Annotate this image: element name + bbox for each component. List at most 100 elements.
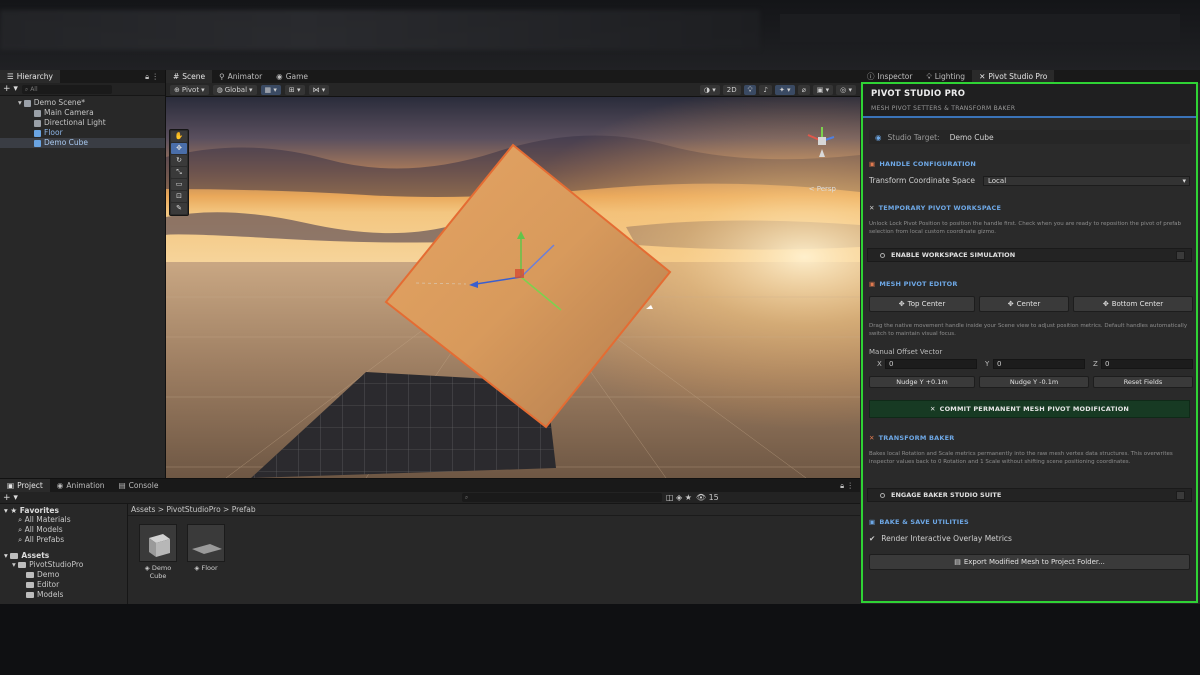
increment-button[interactable]: ⋈ ▾ (308, 84, 330, 95)
animator-icon: ⚲ (219, 72, 225, 81)
baker-toggle[interactable]: ENGAGE BAKER STUDIO SUITE (867, 488, 1192, 502)
favorites-item[interactable]: ⌕ All Models (0, 525, 127, 535)
project-tabbar: ▣ Project ◉ Animation ▤ Console 🔒︎ ⋮ (0, 479, 860, 492)
coord-space-dropdown[interactable]: Local (983, 176, 1190, 186)
asset-floor[interactable]: ◈ Floor (186, 524, 226, 572)
studio-header: PIVOT STUDIO PRO MESH PIVOT SETTERS & TR… (863, 84, 1196, 118)
rect-tool-icon[interactable]: ▭ (171, 179, 187, 190)
move-icon: ✥ (1007, 300, 1014, 308)
checkbox[interactable] (1176, 250, 1185, 260)
scene-viewport[interactable]: ✋ ✥ ↻ ⤡ ▭ ⊡ ✎ < Persp (166, 97, 860, 478)
effects-toggle[interactable]: ✦ ▾ (774, 84, 795, 95)
audio-toggle[interactable]: ♪ (759, 84, 772, 95)
project-toolbar: + ▾ ⌕ ◫ ◈ ★ 👁︎ 15 (0, 492, 860, 504)
lock-icon[interactable]: 🔒︎ ⋮ (840, 481, 860, 491)
lighting-toggle[interactable]: 💡︎ (743, 84, 757, 95)
workspace-toggle[interactable]: ENABLE WORKSPACE SIMULATION (867, 248, 1192, 262)
custom-tool-icon[interactable]: ✎ (171, 203, 187, 214)
project-contents: Assets > PivotStudioPro > Prefab ◈ Demo … (128, 504, 860, 605)
checkbox[interactable] (1176, 490, 1185, 500)
hierarchy-item-floor[interactable]: Floor (0, 128, 165, 138)
handle-section-header: ▣ HANDLE CONFIGURATION (869, 160, 977, 168)
checkmark-icon[interactable]: ✔ (869, 534, 875, 543)
tab-scene[interactable]: # Scene (166, 70, 213, 83)
breadcrumb[interactable]: Assets > PivotStudioPro > Prefab (128, 504, 860, 516)
grid-snap-button[interactable]: ▦ ▾ (260, 84, 281, 95)
tab-game[interactable]: ◉ Game (269, 70, 315, 83)
camera-settings-button[interactable]: ▣ ▾ (812, 84, 834, 95)
tab-animation[interactable]: ◉ Animation (50, 479, 112, 492)
tab-hierarchy[interactable]: ☰ Hierarchy (0, 70, 60, 83)
prefab-icon (34, 129, 41, 137)
rotate-tool-icon[interactable]: ↻ (171, 155, 187, 166)
radio-icon (880, 492, 885, 498)
radio-icon (880, 252, 885, 258)
reset-fields-button[interactable]: Reset Fields (1093, 376, 1193, 388)
perspective-label[interactable]: < Persp (809, 185, 836, 193)
hierarchy-item-demo-cube[interactable]: Demo Cube (0, 138, 165, 148)
tab-project[interactable]: ▣ Project (0, 479, 50, 492)
gizmos-button[interactable]: ◎ ▾ (836, 84, 856, 95)
hierarchy-item-camera[interactable]: Main Camera (0, 108, 165, 118)
studio-subtitle: MESH PIVOT SETTERS & TRANSFORM BAKER (871, 105, 1016, 112)
export-mesh-button[interactable]: ▤ Export Modified Mesh to Project Folder.… (869, 554, 1190, 570)
2d-toggle[interactable]: 2D (722, 84, 741, 95)
tab-console[interactable]: ▤ Console (112, 479, 166, 492)
folder-item[interactable]: Editor (0, 580, 127, 590)
offset-y-field[interactable]: 0 (993, 359, 1085, 369)
workspace-section-header: ✕ TEMPORARY PIVOT WORKSPACE (869, 204, 1002, 212)
global-dropdown[interactable]: ◍ Global ▾ (212, 84, 257, 95)
top-center-button[interactable]: ✥ Top Center (869, 296, 975, 312)
folder-icon (10, 553, 19, 559)
add-icon[interactable]: + ▾ (3, 493, 18, 503)
folder-item[interactable]: ▾ PivotStudioPro (0, 560, 127, 570)
commit-pivot-button[interactable]: ✕ COMMIT PERMANENT MESH PIVOT MODIFICATIO… (869, 400, 1190, 418)
folder-icon (26, 592, 34, 598)
folder-item[interactable]: Models (0, 590, 127, 600)
prefab-icon: ◈ (194, 564, 200, 572)
center-button[interactable]: ✥ Center (979, 296, 1069, 312)
scene-root[interactable]: ▾ Demo Scene* (0, 98, 165, 108)
mesh-description: Drag the native movement handle inside y… (869, 323, 1188, 337)
hand-tool-icon[interactable]: ✋ (171, 131, 187, 142)
assets-header[interactable]: ▾ Assets (0, 545, 127, 560)
asset-demo-cube[interactable]: ◈ Demo Cube (138, 524, 178, 580)
hierarchy-item-light[interactable]: Directional Light (0, 118, 165, 128)
offset-x-field[interactable]: 0 (885, 359, 977, 369)
save-icon: ▣ (869, 518, 876, 526)
game-icon: ◉ (276, 72, 283, 81)
cube-icon: ▣ (869, 280, 876, 288)
folder-item[interactable]: Demo (0, 570, 127, 580)
move-tool-icon[interactable]: ✥ (171, 143, 187, 154)
scene-toolbar: ⊕ Pivot ▾ ◍ Global ▾ ▦ ▾ ⊞ ▾ ⋈ ▾ ◑ ▾ 2D 💡︎… (166, 83, 860, 97)
add-icon[interactable]: + ▾ (3, 84, 18, 94)
console-icon: ▤ (118, 481, 126, 490)
offset-z-field[interactable]: 0 (1101, 359, 1193, 369)
target-value: Demo Cube (949, 132, 994, 142)
overlay-row[interactable]: ✔ Render Interactive Overlay Metrics (869, 534, 1190, 543)
scale-tool-icon[interactable]: ⤡ (171, 167, 187, 178)
nudge-up-button[interactable]: Nudge Y +0.1m (869, 376, 975, 388)
tab-animator[interactable]: ⚲ Animator (212, 70, 269, 83)
search-input[interactable]: ⌕ All (21, 84, 112, 94)
search-input[interactable]: ⌕ (461, 493, 662, 502)
snap-button[interactable]: ⊞ ▾ (284, 84, 305, 95)
inspector-panel: ⓘ Inspector 💡︎ Lighting ✕ Pivot Studio Pro … (860, 70, 1200, 604)
favorites-item[interactable]: ⌕ All Prefabs (0, 535, 127, 545)
folder-icon: ▣ (7, 481, 15, 490)
hierarchy-toolbar: + ▾ ⌕ All (0, 83, 165, 96)
hidden-toggle[interactable]: ⌀ (797, 84, 810, 95)
lock-icon[interactable]: 🔒︎ ⋮ (145, 72, 165, 82)
camera-icon (34, 109, 41, 117)
filter-icon[interactable]: ◫ ◈ ★ (666, 493, 692, 502)
favorites-header[interactable]: ▾ ★ Favorites (0, 504, 127, 515)
folder-icon (18, 562, 27, 568)
transform-tool-icon[interactable]: ⊡ (171, 191, 187, 202)
favorites-item[interactable]: ⌕ All Materials (0, 515, 127, 525)
tool-palette: ✋ ✥ ↻ ⤡ ▭ ⊡ ✎ (169, 129, 189, 216)
hierarchy-tabbar: ☰ Hierarchy 🔒︎ ⋮ (0, 70, 165, 83)
nudge-down-button[interactable]: Nudge Y -0.1m (979, 376, 1089, 388)
bottom-center-button[interactable]: ✥ Bottom Center (1073, 296, 1193, 312)
draw-mode-button[interactable]: ◑ ▾ (699, 84, 720, 95)
pivot-dropdown[interactable]: ⊕ Pivot ▾ (170, 84, 209, 95)
